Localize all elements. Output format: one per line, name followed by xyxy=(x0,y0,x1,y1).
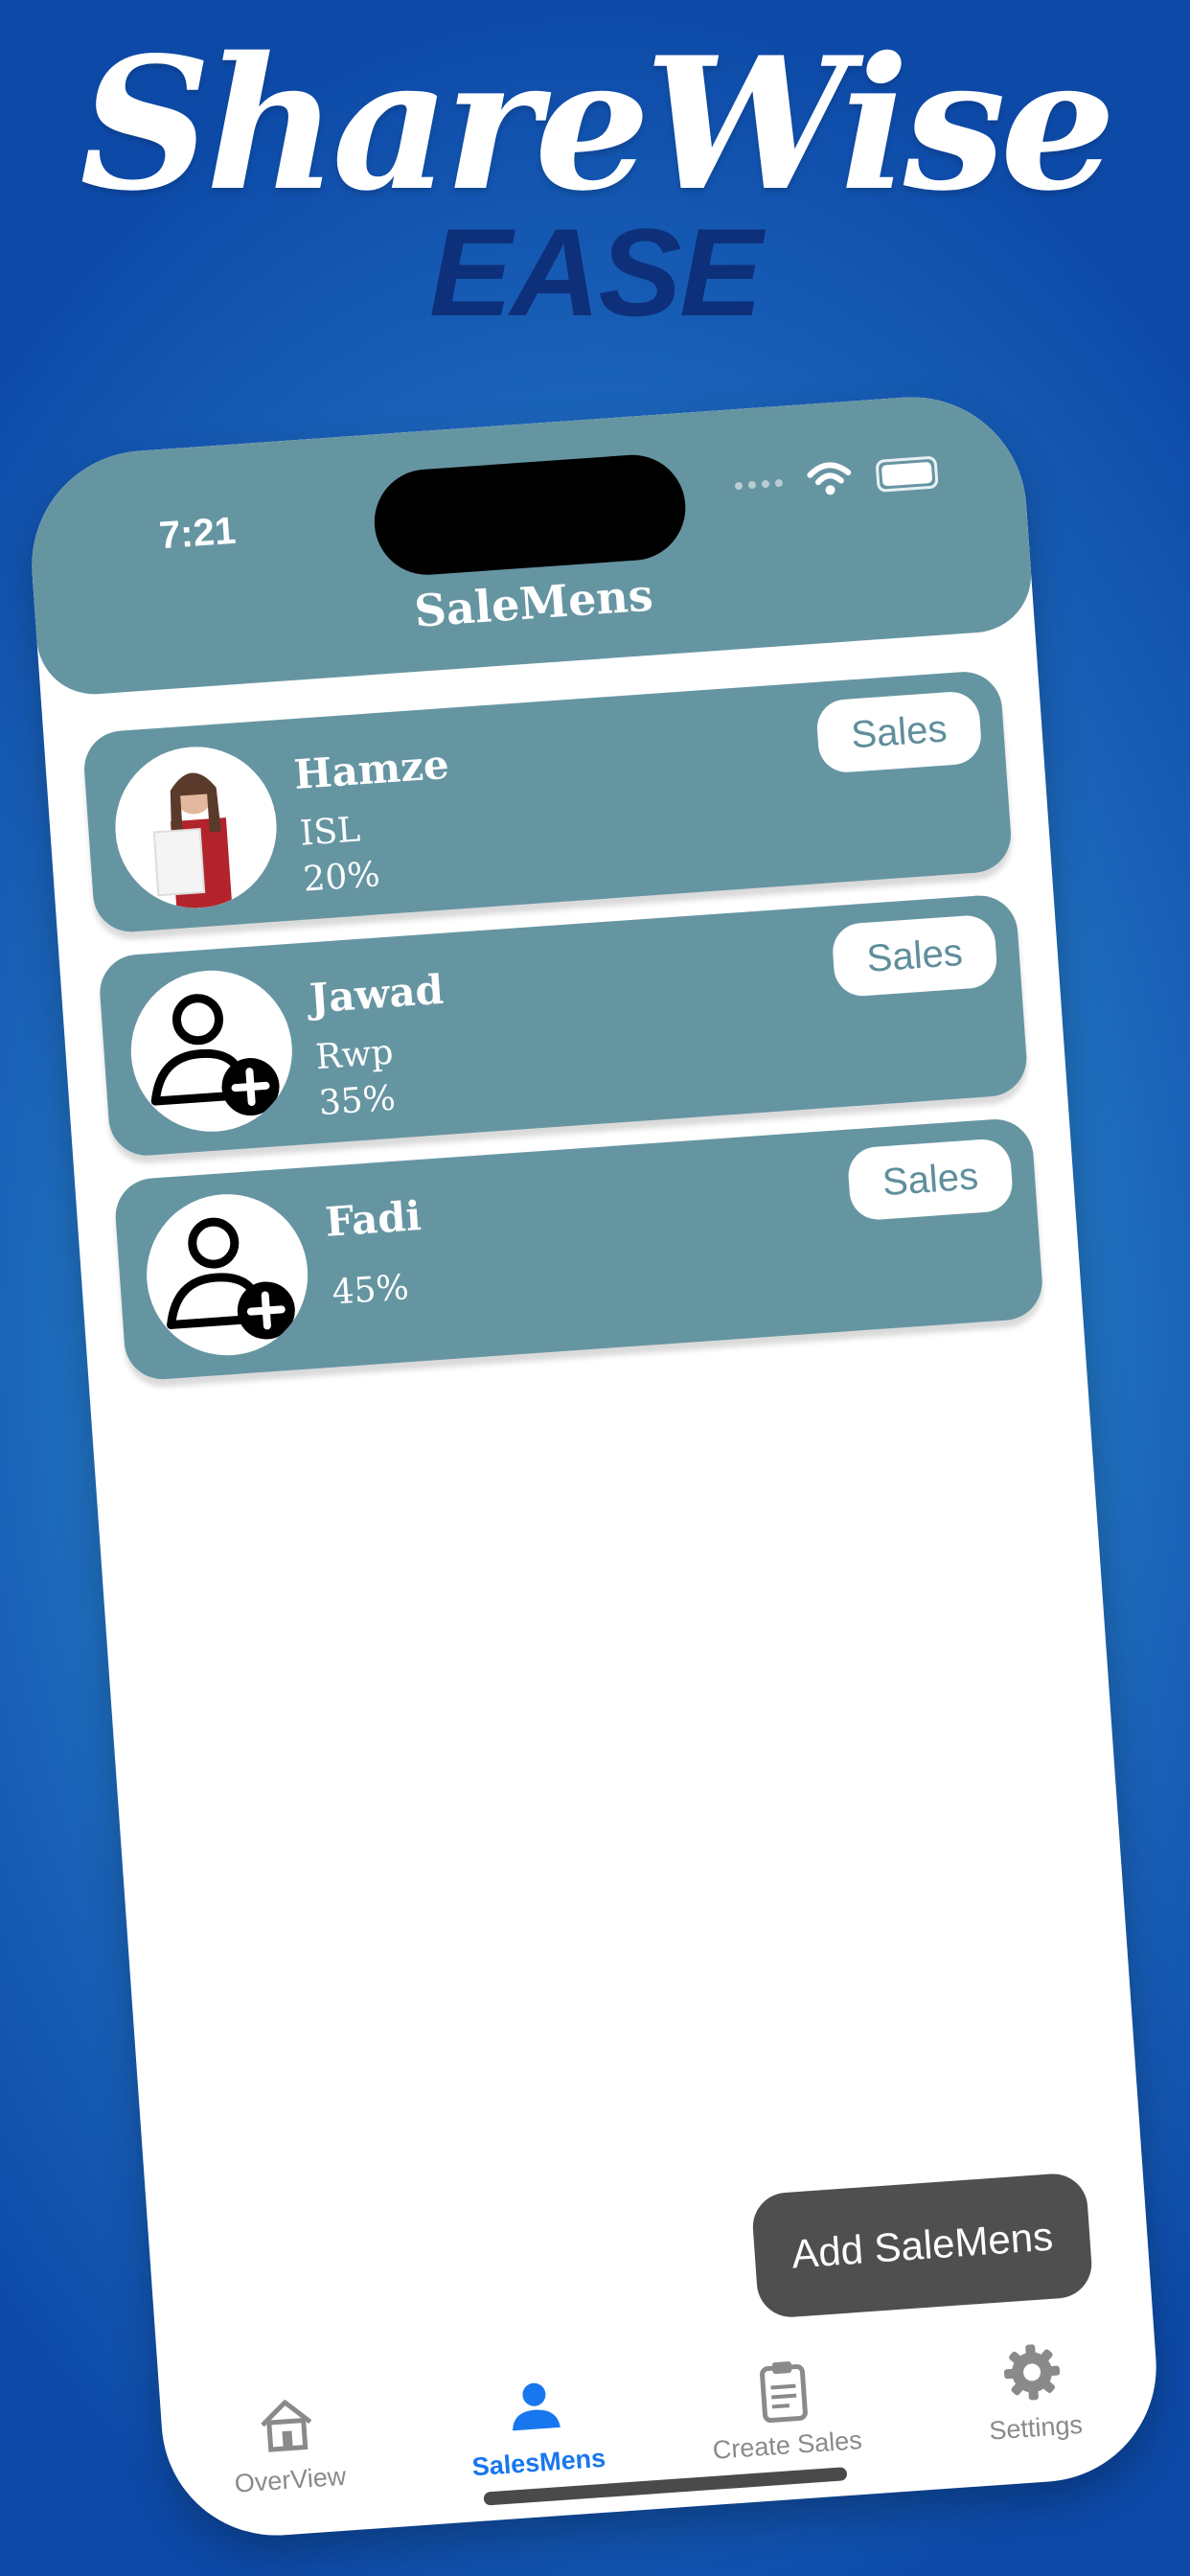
tab-label: Settings xyxy=(988,2409,1084,2446)
salesmen-list: Hamze ISL 20% Sales Jawad Rwp 35% Sales xyxy=(81,669,1046,1404)
dynamic-island xyxy=(371,451,690,579)
tab-create-sales[interactable]: Create Sales xyxy=(657,2348,914,2490)
salesman-city: Rwp xyxy=(314,1032,395,1078)
status-icons xyxy=(734,455,939,504)
sales-button[interactable]: Sales xyxy=(846,1137,1015,1222)
add-user-icon xyxy=(141,1188,313,1361)
avatar-photo xyxy=(109,741,283,914)
tab-settings[interactable]: Settings xyxy=(905,2330,1162,2472)
home-icon xyxy=(261,2400,312,2452)
tab-label: OverView xyxy=(233,2461,348,2498)
tab-label: SalesMens xyxy=(470,2443,607,2482)
battery-icon xyxy=(875,455,939,493)
salesman-percent: 20% xyxy=(302,855,381,900)
brand-subtitle: EASE xyxy=(428,202,763,342)
tab-label: Create Sales xyxy=(711,2426,863,2465)
navigation-bar: 7:21 SaleMens xyxy=(24,389,1036,699)
salesman-card[interactable]: Fadi 45% Sales xyxy=(113,1116,1045,1382)
salesman-percent: 45% xyxy=(331,1268,410,1313)
add-salesmen-button[interactable]: Add SaleMens xyxy=(750,2172,1094,2320)
salesman-card[interactable]: Hamze ISL 20% Sales xyxy=(81,669,1014,934)
sales-button[interactable]: Sales xyxy=(814,690,983,774)
salesman-name: Hamze xyxy=(292,740,451,799)
gear-icon xyxy=(1003,2344,1061,2401)
status-time: 7:21 xyxy=(157,509,238,558)
salesman-name: Jawad xyxy=(308,965,446,1023)
salesman-city: ISL xyxy=(298,810,362,854)
add-user-icon xyxy=(126,965,298,1138)
signal-icon xyxy=(734,478,784,491)
salesman-percent: 35% xyxy=(317,1078,398,1124)
clipboard-icon xyxy=(760,2361,808,2424)
person-icon xyxy=(512,2382,561,2431)
tab-overview[interactable]: OverView xyxy=(160,2382,417,2524)
salesman-name: Fadi xyxy=(323,1192,423,1246)
salesman-card[interactable]: Jawad Rwp 35% Sales xyxy=(97,892,1029,1159)
tab-bar: OverView SalesMens Create Sales Settings xyxy=(160,2330,1163,2523)
wifi-icon xyxy=(807,462,852,495)
phone-screen: 7:21 SaleMens Hamze ISL 20% Sales Jawad … xyxy=(24,389,1164,2543)
brand-title: ShareWise xyxy=(80,17,1116,231)
sales-button[interactable]: Sales xyxy=(831,913,999,999)
brand-header: ShareWise EASE xyxy=(0,17,1190,342)
